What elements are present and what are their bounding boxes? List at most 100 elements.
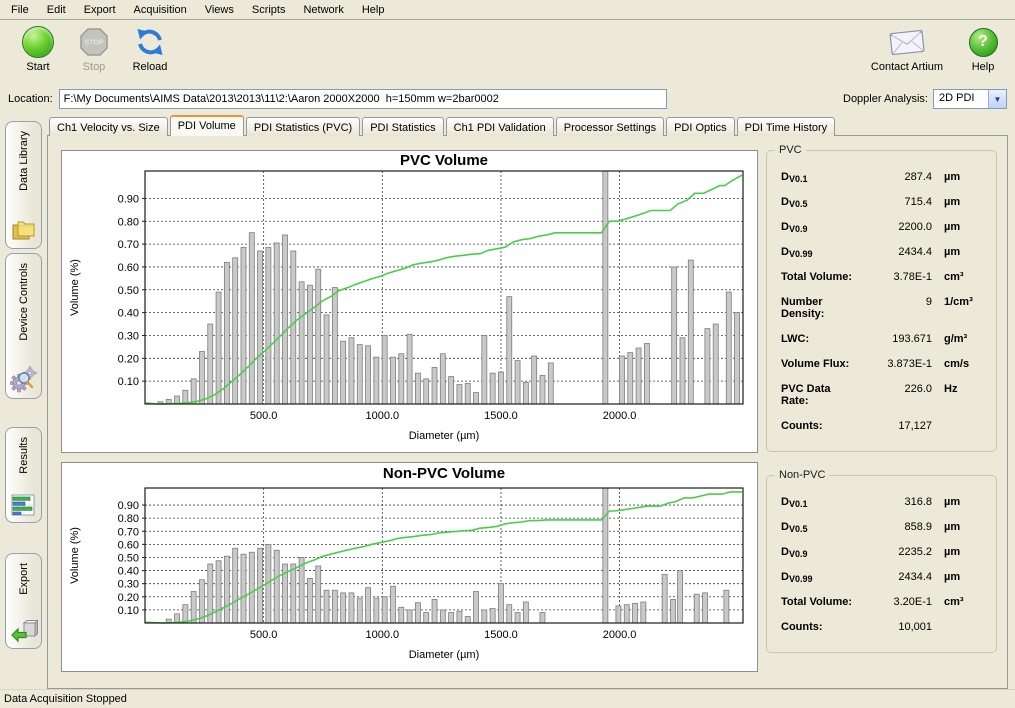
stat-row: Counts:17,127 — [781, 420, 982, 432]
non-pvc-stats-rows: DV0.1316.8µmDV0.5858.9µmDV0.92235.2µmDV0… — [781, 496, 982, 633]
tab-ch1-pdi-validation[interactable]: Ch1 PDI Validation — [446, 117, 554, 136]
svg-text:0.20: 0.20 — [118, 353, 139, 365]
sidebar-tab-label: Results — [18, 437, 30, 474]
svg-text:0.70: 0.70 — [118, 526, 139, 538]
sidebar-tab-data-library[interactable]: Data Library — [5, 121, 42, 249]
stat-unit: µm — [932, 196, 982, 208]
svg-text:1000.0: 1000.0 — [365, 629, 399, 641]
sidebar-tab-results[interactable]: Results — [5, 427, 42, 523]
tab-pdi-optics[interactable]: PDI Optics — [666, 117, 735, 136]
start-button[interactable]: Start — [10, 25, 66, 73]
contact-artium-button[interactable]: Contact Artium — [865, 25, 949, 73]
svg-text:0.60: 0.60 — [118, 539, 139, 551]
start-icon — [22, 26, 54, 58]
non-pvc-stats-groupbox: Non-PVC DV0.1316.8µmDV0.5858.9µmDV0.9223… — [766, 475, 997, 653]
location-input[interactable] — [59, 89, 667, 109]
stat-label: DV0.99 — [781, 246, 856, 258]
svg-text:500.0: 500.0 — [250, 629, 278, 641]
stat-value: 3.873E-1 — [856, 358, 932, 370]
stat-row: Counts:10,001 — [781, 621, 982, 633]
stat-unit: cm/s — [932, 358, 982, 370]
stat-value: 2434.4 — [856, 571, 932, 583]
doppler-analysis-select[interactable]: 2D PDI ▼ — [933, 89, 1007, 109]
stat-value: 858.9 — [856, 521, 932, 533]
stat-row: DV0.5715.4µm — [781, 196, 982, 208]
contact-artium-label: Contact Artium — [865, 61, 949, 73]
stats-column: PVC DV0.1287.4µmDV0.5715.4µmDV0.92200.0µ… — [758, 150, 1007, 688]
svg-text:1500.0: 1500.0 — [484, 629, 518, 641]
svg-text:0.90: 0.90 — [118, 500, 139, 512]
chart-title: Non-PVC Volume — [383, 465, 505, 482]
menu-item-export[interactable]: Export — [75, 1, 125, 18]
menu-item-acquisition[interactable]: Acquisition — [125, 1, 196, 18]
circular-arrows-icon — [134, 26, 166, 58]
tab-pdi-volume[interactable]: PDI Volume — [170, 115, 244, 136]
svg-text:0.10: 0.10 — [118, 376, 139, 388]
stat-value: 226.0 — [856, 383, 932, 395]
svg-text:0.40: 0.40 — [118, 566, 139, 578]
stat-label: Counts: — [781, 420, 856, 432]
stop-button-label: Stop — [66, 61, 122, 73]
menu-item-help[interactable]: Help — [353, 1, 394, 18]
menu-item-file[interactable]: File — [2, 1, 38, 18]
svg-text:0.90: 0.90 — [118, 193, 139, 205]
menu-item-views[interactable]: Views — [196, 1, 243, 18]
stat-row: Total Volume:3.20E-1cm³ — [781, 596, 982, 608]
sidebar: Data Library Device Controls Results Export — [0, 112, 47, 689]
reload-button-label: Reload — [122, 61, 178, 73]
stat-label: DV0.9 — [781, 221, 856, 233]
stat-value: 9 — [856, 296, 932, 308]
stat-value: 287.4 — [856, 171, 932, 183]
menu-item-network[interactable]: Network — [294, 1, 352, 18]
bar-chart-icon — [10, 493, 38, 517]
sidebar-tab-export[interactable]: Export — [5, 553, 42, 649]
menu-item-edit[interactable]: Edit — [38, 1, 75, 18]
help-button[interactable]: ? Help — [965, 25, 1001, 73]
tab-bar: Ch1 Velocity vs. SizePDI VolumePDI Stati… — [47, 112, 1008, 135]
question-mark-icon: ? — [969, 28, 998, 57]
sidebar-tab-label: Data Library — [18, 131, 30, 191]
doppler-analysis-label: Doppler Analysis: — [843, 93, 928, 105]
svg-text:0.70: 0.70 — [118, 239, 139, 251]
stat-row: DV0.1316.8µm — [781, 496, 982, 508]
svg-text:0.50: 0.50 — [118, 552, 139, 564]
stat-row: Volume Flux:3.873E-1cm/s — [781, 358, 982, 370]
charts-column: 500.01000.01500.02000.00.100.200.300.400… — [61, 150, 758, 688]
green-arrow-box-icon — [10, 619, 38, 643]
tab-pdi-time-history[interactable]: PDI Time History — [737, 117, 836, 136]
svg-text:0.80: 0.80 — [118, 216, 139, 228]
chart-xlabel: Diameter (µm) — [409, 649, 480, 661]
results-panel: 500.01000.01500.02000.00.100.200.300.400… — [47, 135, 1008, 689]
stop-button: STOP Stop — [66, 25, 122, 73]
pvc-stats-groupbox: PVC DV0.1287.4µmDV0.5715.4µmDV0.92200.0µ… — [766, 150, 997, 452]
tab-pdi-statistics[interactable]: PDI Statistics — [362, 117, 443, 136]
non-pvc-volume-chart: 500.01000.01500.02000.00.100.200.300.400… — [62, 463, 757, 668]
sidebar-tab-label: Export — [18, 563, 30, 595]
chevron-down-icon[interactable]: ▼ — [988, 90, 1006, 108]
stat-label: DV0.5 — [781, 196, 856, 208]
stat-value: 2235.2 — [856, 546, 932, 558]
stat-value: 2200.0 — [856, 221, 932, 233]
stat-value: 193.671 — [856, 333, 932, 345]
main-area: Data Library Device Controls Results Export… — [0, 112, 1015, 689]
svg-text:0.30: 0.30 — [118, 330, 139, 342]
menu-bar: FileEditExportAcquisitionViewsScriptsNet… — [0, 0, 1015, 20]
tab-pdi-statistics-pvc[interactable]: PDI Statistics (PVC) — [246, 117, 360, 136]
menu-item-scripts[interactable]: Scripts — [243, 1, 295, 18]
stat-label: Total Volume: — [781, 271, 856, 283]
stat-row: PVC Data Rate:226.0Hz — [781, 383, 982, 407]
reload-button[interactable]: Reload — [122, 25, 178, 73]
tab-processor-settings[interactable]: Processor Settings — [556, 117, 664, 136]
stat-label: DV0.9 — [781, 546, 856, 558]
stat-row: Number Density:91/cm³ — [781, 296, 982, 320]
stat-label: Total Volume: — [781, 596, 856, 608]
stat-label: Counts: — [781, 621, 856, 633]
gears-magnifier-icon — [10, 365, 38, 393]
stat-unit: µm — [932, 221, 982, 233]
stat-unit: µm — [932, 171, 982, 183]
sidebar-tab-device-controls[interactable]: Device Controls — [5, 253, 42, 399]
chart-xlabel: Diameter (µm) — [409, 430, 480, 442]
tab-ch1-velocity-vs-size[interactable]: Ch1 Velocity vs. Size — [49, 117, 168, 136]
stat-unit: µm — [932, 496, 982, 508]
stat-unit: cm³ — [932, 271, 982, 283]
